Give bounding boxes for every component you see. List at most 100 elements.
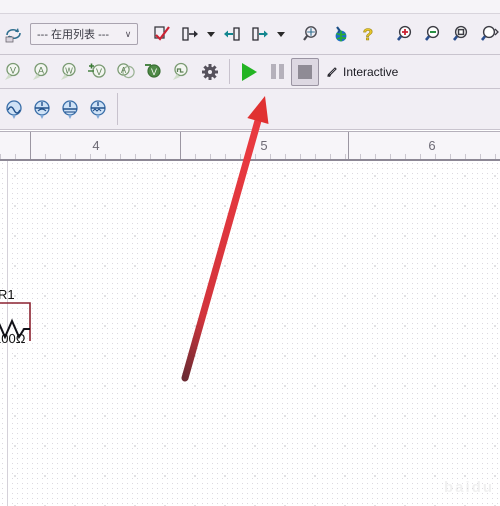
transient-analysis-button[interactable] (0, 95, 28, 123)
ruler-minor-tick (465, 154, 466, 159)
ruler-minor-tick (135, 154, 136, 159)
simulation-mode-label: Interactive (343, 64, 399, 79)
pause-simulation-button[interactable] (263, 58, 291, 86)
ruler-minor-tick (210, 154, 211, 159)
ruler-minor-tick (495, 154, 496, 159)
digital-probe-icon (173, 62, 188, 80)
chevron-down-icon: ∨ (124, 28, 132, 39)
help-button[interactable]: ? (354, 20, 382, 48)
refresh-in-use-list-button[interactable] (0, 20, 28, 48)
svg-text:V: V (151, 67, 157, 77)
schematic-canvas[interactable]: R1 100Ω (0, 161, 500, 506)
zoom-in-icon (396, 25, 412, 41)
main-toolbar: --- 在用列表 --- ∨ ? (0, 14, 500, 55)
run-simulation-button[interactable] (235, 58, 263, 86)
transient-analysis-icon (6, 100, 22, 119)
gear-icon (202, 63, 218, 80)
voltage-probe-icon: V (5, 62, 20, 80)
svg-text:V: V (10, 65, 16, 75)
ruler-minor-tick (255, 154, 256, 159)
ruler-minor-tick (0, 154, 1, 159)
ruler-minor-tick (330, 154, 331, 159)
zoom-out-icon (424, 25, 440, 41)
place-component-button[interactable] (148, 20, 176, 48)
pencil-icon (327, 66, 337, 77)
ruler-minor-tick (90, 154, 91, 159)
ruler-minor-tick (315, 154, 316, 159)
in-use-list-group: --- 在用列表 --- ∨ (0, 14, 138, 54)
digital-probe-button[interactable] (168, 58, 196, 86)
ruler-minor-tick (300, 154, 301, 159)
svg-text:W: W (65, 66, 73, 75)
ruler-minor-tick (270, 154, 271, 159)
dc-sweep-analysis-icon (62, 100, 78, 119)
dc-sweep-analysis-button[interactable] (56, 95, 84, 123)
svg-text:A: A (38, 65, 44, 75)
ruler-minor-tick (105, 154, 106, 159)
ruler-major-tick (30, 132, 31, 159)
web-search-button[interactable] (326, 20, 354, 48)
current-gain-probe-button[interactable]: A (112, 58, 140, 86)
zoom-in-button[interactable] (392, 20, 420, 48)
ruler-minor-tick (405, 154, 406, 159)
voltage-gain-probe-button[interactable]: V (140, 58, 168, 86)
ruler-minor-tick (60, 154, 61, 159)
zoom-fit-icon (480, 25, 499, 41)
watermark: baidu (444, 479, 494, 496)
in-use-list-combobox[interactable]: --- 在用列表 --- ∨ (30, 23, 138, 45)
ruler-minor-tick (450, 154, 451, 159)
ruler-minor-tick (345, 154, 346, 159)
ruler-minor-tick (150, 154, 151, 159)
zoom-out-button[interactable] (420, 20, 448, 48)
resistor-value-label: 100Ω (0, 331, 26, 346)
window-top-strip (0, 0, 500, 14)
current-probe-button[interactable]: A (28, 58, 56, 86)
simulation-mode-indicator[interactable]: Interactive (327, 65, 398, 79)
ruler-minor-tick (480, 154, 481, 159)
forward-annotate-button[interactable] (246, 20, 274, 48)
ruler-label: 6 (428, 138, 436, 153)
forward-annotate-icon (252, 27, 268, 41)
horizontal-ruler[interactable]: 4 5 6 (0, 131, 500, 161)
export-arrow-icon (182, 27, 198, 41)
power-probe-icon: W (61, 62, 76, 80)
zoom-area-icon (452, 25, 468, 41)
ruler-minor-tick (285, 154, 286, 159)
probe-settings-button[interactable] (196, 58, 224, 86)
resistor-r1[interactable]: R1 100Ω (0, 287, 46, 359)
ruler-minor-tick (165, 154, 166, 159)
ruler-major-tick (348, 132, 349, 159)
forward-annotate-dropdown[interactable] (274, 21, 288, 47)
zoom-fit-button[interactable] (476, 20, 500, 48)
ac-sweep-analysis-button[interactable] (28, 95, 56, 123)
ruler-minor-tick (75, 154, 76, 159)
pcb-transfer-group (148, 14, 288, 54)
ruler-minor-tick (390, 154, 391, 159)
ruler-major-tick (180, 132, 181, 159)
find-button[interactable] (298, 20, 326, 48)
export-to-pcb-button[interactable] (176, 20, 204, 48)
backannotate-button[interactable] (218, 20, 246, 48)
simulation-controls: Interactive (235, 55, 398, 88)
power-probe-button[interactable]: W (56, 58, 84, 86)
stop-simulation-button[interactable] (291, 57, 319, 86)
toolbar-separator (229, 59, 230, 84)
import-arrow-icon (224, 27, 240, 41)
zoom-area-button[interactable] (448, 20, 476, 48)
differential-voltage-probe-icon: V (88, 63, 106, 78)
resistor-reference-label: R1 (0, 287, 15, 302)
export-to-pcb-dropdown[interactable] (204, 21, 218, 47)
ruler-minor-tick (240, 154, 241, 159)
differential-voltage-probe-button[interactable]: V (84, 58, 112, 86)
noise-analysis-button[interactable] (84, 95, 112, 123)
svg-text:?: ? (363, 25, 373, 44)
voltage-probe-button[interactable]: V (0, 58, 28, 86)
component-check-icon (154, 26, 170, 41)
voltage-gain-probe-icon: V (145, 63, 161, 78)
ruler-label: 4 (92, 138, 100, 153)
stop-icon (298, 64, 312, 79)
current-probe-icon: A (33, 62, 48, 80)
ruler-minor-tick (45, 154, 46, 159)
ruler-minor-tick (195, 154, 196, 159)
ruler-minor-tick (420, 154, 421, 159)
